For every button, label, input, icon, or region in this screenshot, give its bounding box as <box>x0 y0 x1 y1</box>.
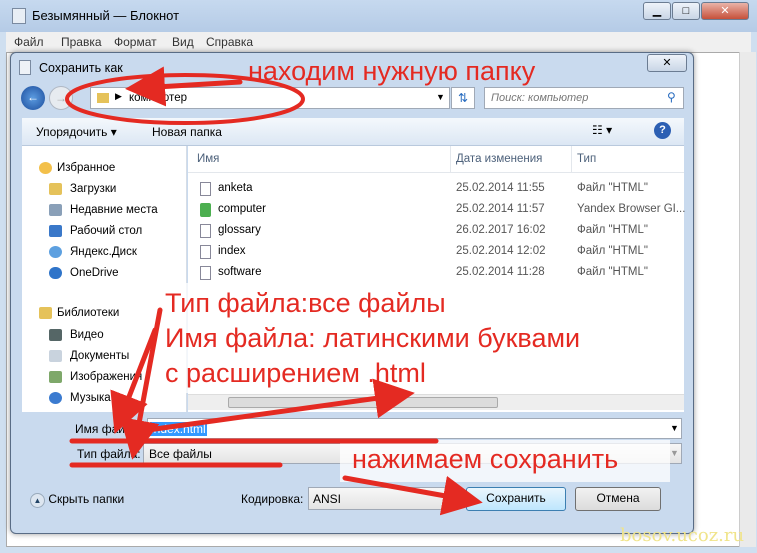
annotation-arrows <box>65 66 483 516</box>
arrow-to-save <box>342 475 483 516</box>
watermark: bosov.ucoz.ru <box>620 525 745 546</box>
arrow-to-list <box>145 378 415 433</box>
address-highlight-ellipse <box>65 73 305 125</box>
arrow-to-address <box>125 66 243 107</box>
